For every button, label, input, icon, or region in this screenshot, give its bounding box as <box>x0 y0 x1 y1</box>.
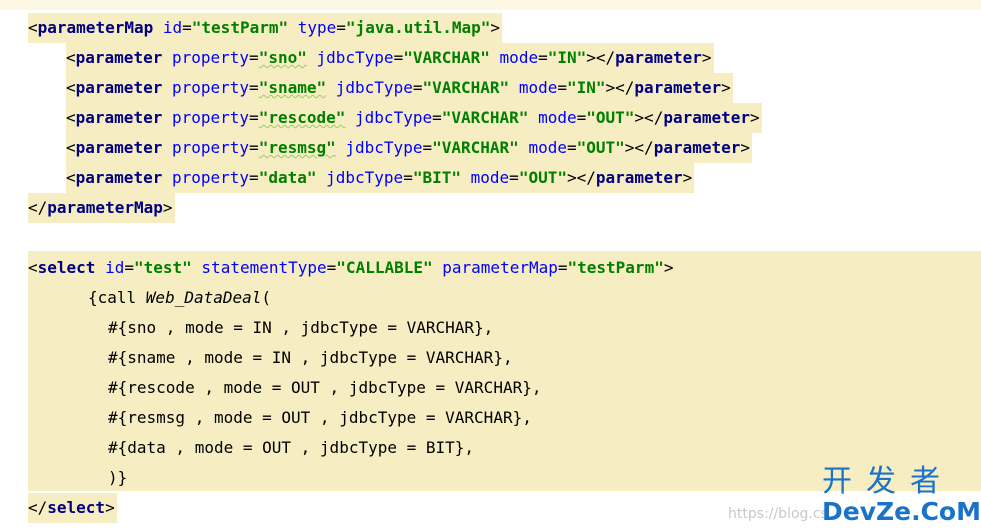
attr-name: id <box>162 18 183 37</box>
attr-value: "sname" <box>258 78 327 97</box>
attr-value: "OUT" <box>576 138 625 157</box>
attr-value: "IN" <box>566 78 606 97</box>
attr-name: jdbcType <box>345 138 423 157</box>
code-line-parametermap-close[interactable]: </parameterMap> <box>28 193 175 223</box>
attr-name: jdbcType <box>335 78 413 97</box>
tag-name: parameter <box>75 48 163 67</box>
code-line-arg[interactable]: #{resmsg , mode = OUT , jdbcType = VARCH… <box>108 403 532 433</box>
attr-value: "VARCHAR" <box>422 78 510 97</box>
attr-value: "rescode" <box>258 108 346 127</box>
tag-name: parameter <box>634 78 722 97</box>
attr-name: jdbcType <box>326 168 404 187</box>
attr-value: "BIT" <box>412 168 461 187</box>
attr-name: property <box>171 168 250 187</box>
attr-name: parameterMap <box>442 258 558 277</box>
procedure-name: Web_DataDeal <box>145 288 262 307</box>
attr-value: "testParm" <box>191 18 289 37</box>
attr-value: "OUT" <box>518 168 567 187</box>
tag-name: parameter <box>75 78 163 97</box>
call-paren: ( <box>261 288 272 307</box>
attr-value: "testParm" <box>567 258 664 277</box>
attr-value: "test" <box>133 258 192 277</box>
tag-name: parameterMap <box>37 18 154 37</box>
tag-name: parameter <box>75 168 163 187</box>
attr-name: mode <box>499 48 539 67</box>
attr-name: type <box>297 18 337 37</box>
attr-name: property <box>171 78 250 97</box>
attr-value: "CALLABLE" <box>336 258 433 277</box>
attr-value: "data" <box>258 168 317 187</box>
code-line-call[interactable]: {call Web_DataDeal( <box>88 283 271 313</box>
code-line-call-close[interactable]: )} <box>108 463 127 493</box>
tag-name: parameter <box>653 138 741 157</box>
call-prefix: {call <box>88 288 146 307</box>
attr-value: "OUT" <box>586 108 635 127</box>
attr-name: property <box>171 138 250 157</box>
attr-name: mode <box>528 138 567 157</box>
code-line-parametermap-open[interactable]: <parameterMap id="testParm" type="java.u… <box>28 13 503 43</box>
code-line-arg[interactable]: #{sname , mode = IN , jdbcType = VARCHAR… <box>108 343 513 373</box>
tag-name: parameter <box>615 48 702 67</box>
tag-name: select <box>47 498 106 517</box>
code-line-parameter[interactable]: <parameter property="data" jdbcType="BIT… <box>66 163 695 193</box>
attr-name: mode <box>538 108 577 127</box>
code-line-parameter[interactable]: <parameter property="sname" jdbcType="VA… <box>66 73 733 103</box>
watermark-url: https://blog.cs <box>728 506 828 522</box>
attr-value: "VARCHAR" <box>441 108 529 127</box>
attr-value: "sno" <box>258 48 307 67</box>
code-line-parameter[interactable]: <parameter property="resmsg" jdbcType="V… <box>66 133 753 163</box>
attr-name: property <box>171 48 250 67</box>
code-line-arg[interactable]: #{data , mode = OUT , jdbcType = BIT}, <box>108 433 474 463</box>
code-line-parameter[interactable]: <parameter property="sno" jdbcType="VARC… <box>66 43 714 73</box>
tag-name: parameter <box>595 168 683 187</box>
attr-value: "VARCHAR" <box>403 48 490 67</box>
attr-name: mode <box>518 78 558 97</box>
attr-name: statementType <box>201 258 327 277</box>
attr-value: "IN" <box>547 48 587 67</box>
attr-name: property <box>171 108 250 127</box>
attr-value: "resmsg" <box>258 138 336 157</box>
code-line-arg[interactable]: #{sno , mode = IN , jdbcType = VARCHAR}, <box>108 313 493 343</box>
attr-name: id <box>105 258 125 277</box>
attr-value: "java.util.Map" <box>345 18 491 37</box>
tag-name: parameter <box>75 108 163 127</box>
watermark-logo-en: DevZe.CoM <box>822 497 981 526</box>
code-line-arg[interactable]: #{rescode , mode = OUT , jdbcType = VARC… <box>108 373 541 403</box>
code-line-parameter[interactable]: <parameter property="rescode" jdbcType="… <box>66 103 762 133</box>
code-editor[interactable]: <parameterMap id="testParm" type="java.u… <box>0 0 981 532</box>
attr-name: mode <box>470 168 510 187</box>
tag-name: select <box>37 258 96 277</box>
tag-name: parameterMap <box>47 198 163 217</box>
code-line-select-close[interactable]: </select> <box>28 493 117 523</box>
tag-name: parameter <box>75 138 163 157</box>
attr-name: jdbcType <box>355 108 433 127</box>
attr-value: "VARCHAR" <box>432 138 519 157</box>
attr-name: jdbcType <box>316 48 394 67</box>
top-highlight-band <box>0 0 981 10</box>
tag-name: parameter <box>663 108 751 127</box>
code-line-select-open[interactable]: <select id="test" statementType="CALLABL… <box>28 253 673 283</box>
